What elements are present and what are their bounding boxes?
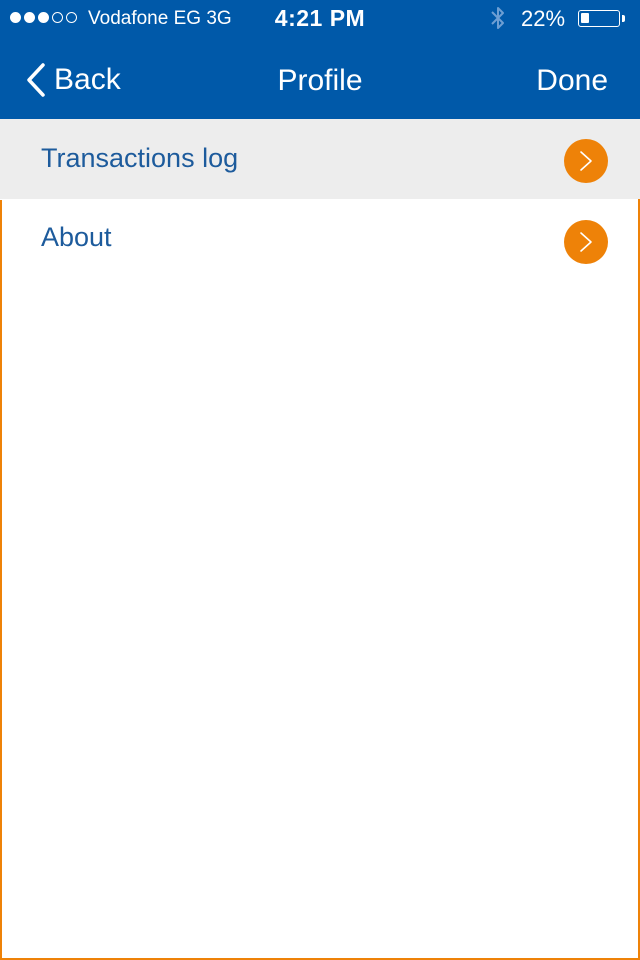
done-button[interactable]: Done xyxy=(536,64,608,98)
chevron-left-icon xyxy=(27,63,45,97)
battery-percent: 22% xyxy=(521,6,566,31)
menu-item-about[interactable]: About xyxy=(0,200,640,280)
back-button[interactable]: Back xyxy=(24,62,121,98)
menu-item-label: About xyxy=(41,222,112,252)
battery-icon xyxy=(578,10,620,27)
menu-item-transactions-log[interactable]: Transactions log xyxy=(0,119,640,199)
bluetooth-icon xyxy=(491,7,504,29)
status-bar: Vodafone EG 3G 4:21 PM 22% xyxy=(0,0,640,40)
battery-tip xyxy=(622,15,625,22)
back-label: Back xyxy=(54,63,121,96)
header: Vodafone EG 3G 4:21 PM 22% Back Profile … xyxy=(0,0,640,119)
content-frame-border xyxy=(0,200,640,960)
nav-bar: Back Profile Done xyxy=(0,40,640,119)
chevron-right-icon[interactable] xyxy=(564,220,608,264)
menu-item-label: Transactions log xyxy=(41,143,239,173)
battery-level xyxy=(581,13,589,23)
chevron-right-icon[interactable] xyxy=(564,139,608,183)
